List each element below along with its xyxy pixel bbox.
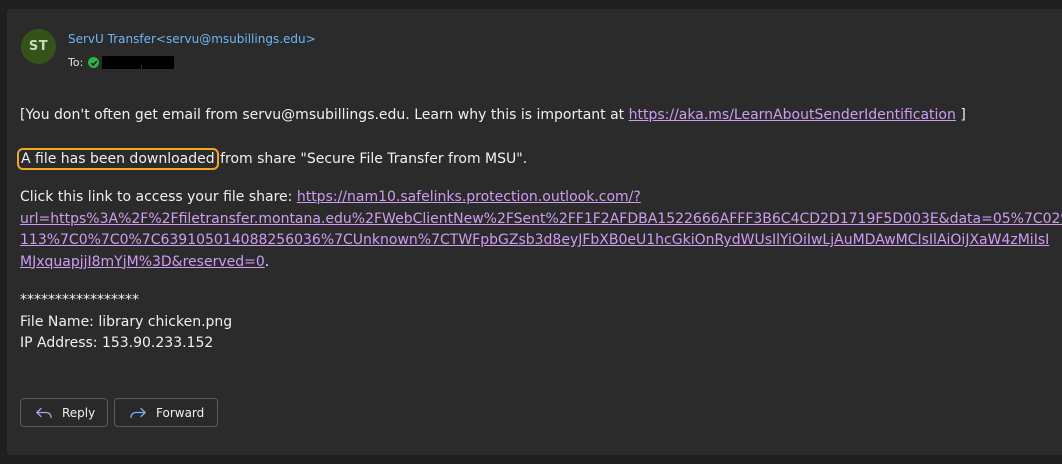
- sender-identification-link[interactable]: https://aka.ms/LearnAboutSenderIdentific…: [629, 107, 956, 123]
- file-name-line: File Name: library chicken.png: [20, 313, 233, 330]
- sender-name[interactable]: ServU Transfer<servu@msubillings.edu>: [68, 32, 316, 46]
- avatar-initials: ST: [28, 39, 49, 54]
- verified-check-icon: [88, 57, 100, 68]
- file-share-link-line-4[interactable]: MJxquapjjI8mYjM%3D&reserved=0: [20, 254, 265, 270]
- reply-icon: [35, 406, 53, 420]
- reply-button[interactable]: Reply: [20, 398, 108, 427]
- email-message-card: ST ServU Transfer<servu@msubillings.edu>…: [7, 9, 1062, 455]
- highlighted-phrase: A file has been downloaded: [17, 147, 219, 170]
- forward-icon: [129, 406, 147, 420]
- ip-address-line: IP Address: 153.90.233.152: [20, 335, 214, 351]
- sender-warning: [You don't often get email from servu@ms…: [20, 107, 966, 123]
- avatar: ST: [21, 29, 56, 64]
- asterisk-divider: *****************: [20, 292, 139, 308]
- file-share-link-line-1[interactable]: https://nam10.safelinks.protection.outlo…: [297, 189, 641, 205]
- download-notice: A file has been downloaded from share "S…: [17, 147, 528, 170]
- forward-button[interactable]: Forward: [114, 398, 218, 427]
- file-share-link-line-3[interactable]: 113%7C0%7C0%7C639105014088256036%7CUnkno…: [20, 232, 1049, 248]
- file-share-link-line-2[interactable]: url=https%3A%2F%2Ffiletransfer.montana.e…: [20, 211, 1062, 227]
- page-background: ST ServU Transfer<servu@msubillings.edu>…: [0, 0, 1062, 464]
- recipient-row: To:: [68, 56, 175, 69]
- to-label: To:: [68, 56, 84, 69]
- email-body: [You don't often get email from servu@ms…: [17, 105, 1062, 355]
- reply-label: Reply: [62, 405, 96, 420]
- message-actions: Reply Forward: [20, 398, 218, 427]
- redacted-recipient: [102, 56, 175, 69]
- forward-label: Forward: [156, 405, 205, 420]
- file-share-paragraph: Click this link to access your file shar…: [20, 187, 1062, 273]
